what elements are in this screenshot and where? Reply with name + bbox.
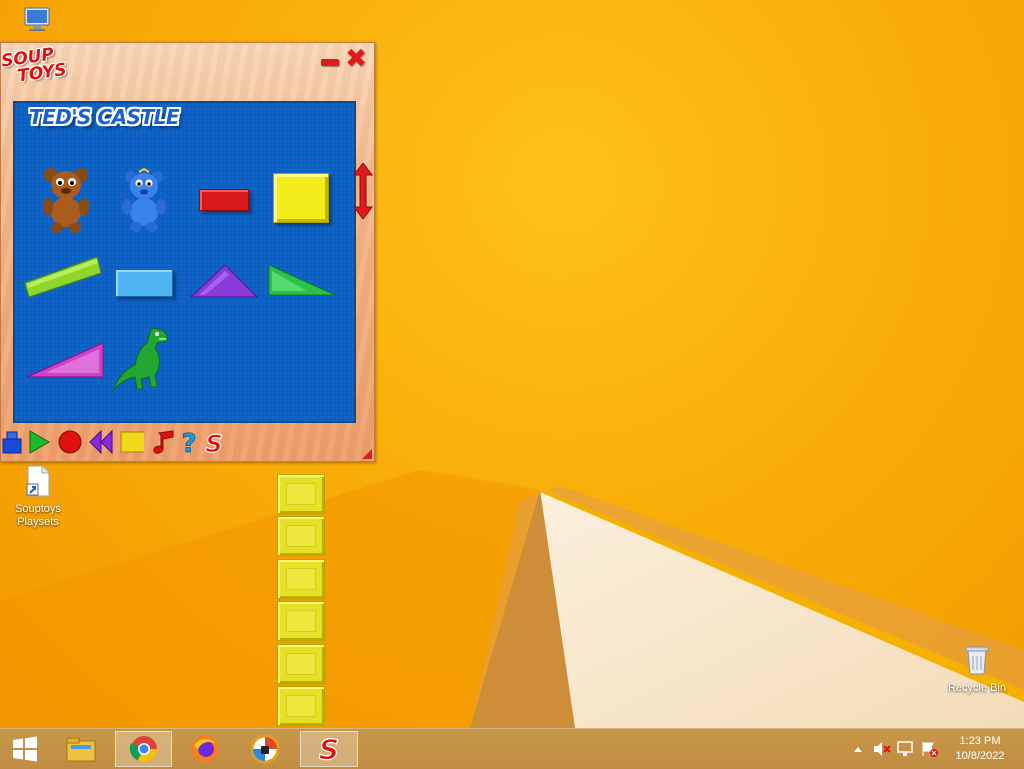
flag-alert-icon [922, 742, 938, 757]
yellow-block-toy[interactable] [277, 559, 325, 599]
svg-text:S: S [319, 734, 339, 764]
blue-teddy-bear-toy[interactable] [119, 167, 169, 235]
file-shortcut-icon [26, 465, 50, 497]
start-icon [13, 736, 37, 762]
souptoys-taskbar-button[interactable]: S [300, 731, 358, 767]
action-center-button[interactable] [920, 729, 940, 769]
vpn-button[interactable] [240, 731, 290, 767]
record-icon[interactable] [58, 429, 82, 455]
taskbar-clock[interactable]: 1:23 PM 10/8/2022 [940, 734, 1020, 764]
start-button[interactable] [0, 731, 50, 767]
purple-triangle-toy[interactable] [189, 263, 259, 301]
rewind-icon[interactable] [89, 429, 113, 455]
toy-box-panel[interactable]: TED'S CASTLE [13, 101, 356, 423]
stop-icon[interactable] [120, 429, 144, 455]
souptoys-window[interactable]: SOUP TOYS ✖ TED'S CASTLE ? S [0, 42, 375, 462]
yellow-block-toy[interactable] [273, 173, 329, 223]
firefox-button[interactable] [180, 731, 230, 767]
playset-title: TED'S CASTLE [29, 105, 180, 129]
help-icon[interactable]: ? [177, 429, 201, 455]
red-brick-toy[interactable] [199, 189, 249, 211]
clock-date: 10/8/2022 [955, 750, 1005, 762]
souptoys-icon: S [318, 734, 339, 764]
recycle-bin-icon [965, 646, 989, 675]
brown-teddy-bear-toy[interactable] [41, 165, 91, 235]
play-icon[interactable] [27, 429, 51, 455]
magenta-triangle-toy[interactable] [25, 341, 105, 381]
resize-grip[interactable] [362, 449, 372, 459]
yellow-block-toy[interactable] [277, 474, 325, 514]
toy-box-icon[interactable] [1, 429, 25, 455]
close-button[interactable]: ✖ [345, 46, 367, 72]
chevron-up-icon [854, 747, 862, 752]
desktop-icon-label: Souptoys Playsets [15, 503, 61, 528]
volume-muted-button[interactable] [872, 729, 892, 769]
scroll-up-down-arrow[interactable] [353, 163, 373, 219]
network-button[interactable] [896, 729, 916, 769]
yellow-block-toy[interactable] [277, 686, 325, 726]
taskbar: S 1:23 PM 10/8/2022 [0, 728, 1024, 769]
file-explorer-icon [66, 737, 96, 762]
firefox-icon [192, 736, 218, 762]
yellow-block-toy[interactable] [277, 516, 325, 556]
logo-text: TOYS [16, 59, 68, 87]
green-dinosaur-toy[interactable] [111, 325, 175, 395]
show-hidden-icons-button[interactable] [850, 729, 866, 769]
souptoys-logo: SOUP TOYS [0, 44, 71, 98]
file-explorer-button[interactable] [56, 731, 106, 767]
desktop-icon-label: Recycle Bin [947, 682, 1007, 694]
yellow-block-toy[interactable] [277, 601, 325, 641]
souptoys-playsets-shortcut[interactable]: Souptoys Playsets [1, 465, 75, 529]
green-triangle-toy[interactable] [267, 263, 337, 299]
network-icon [897, 741, 913, 756]
recycle-bin-desktop-icon[interactable]: Recycle Bin [940, 644, 1014, 695]
clock-time: 1:23 PM [959, 735, 1001, 747]
blue-brick-toy[interactable] [115, 269, 173, 297]
green-long-block-toy[interactable] [23, 253, 103, 299]
computer-desktop-icon[interactable] [2, 6, 72, 38]
svg-text:S: S [205, 430, 222, 455]
minimize-button[interactable] [321, 59, 339, 66]
chrome-icon [129, 736, 157, 763]
svg-text:?: ? [181, 429, 196, 455]
volume-muted-icon [874, 742, 891, 756]
souptoys-icon[interactable]: S [202, 429, 226, 456]
music-icon[interactable] [151, 429, 175, 455]
playset-toolbar: ? S [1, 426, 374, 458]
vpn-icon [250, 734, 280, 764]
yellow-block-toy[interactable] [277, 644, 325, 684]
chrome-button[interactable] [115, 731, 172, 767]
computer-icon [24, 7, 50, 31]
